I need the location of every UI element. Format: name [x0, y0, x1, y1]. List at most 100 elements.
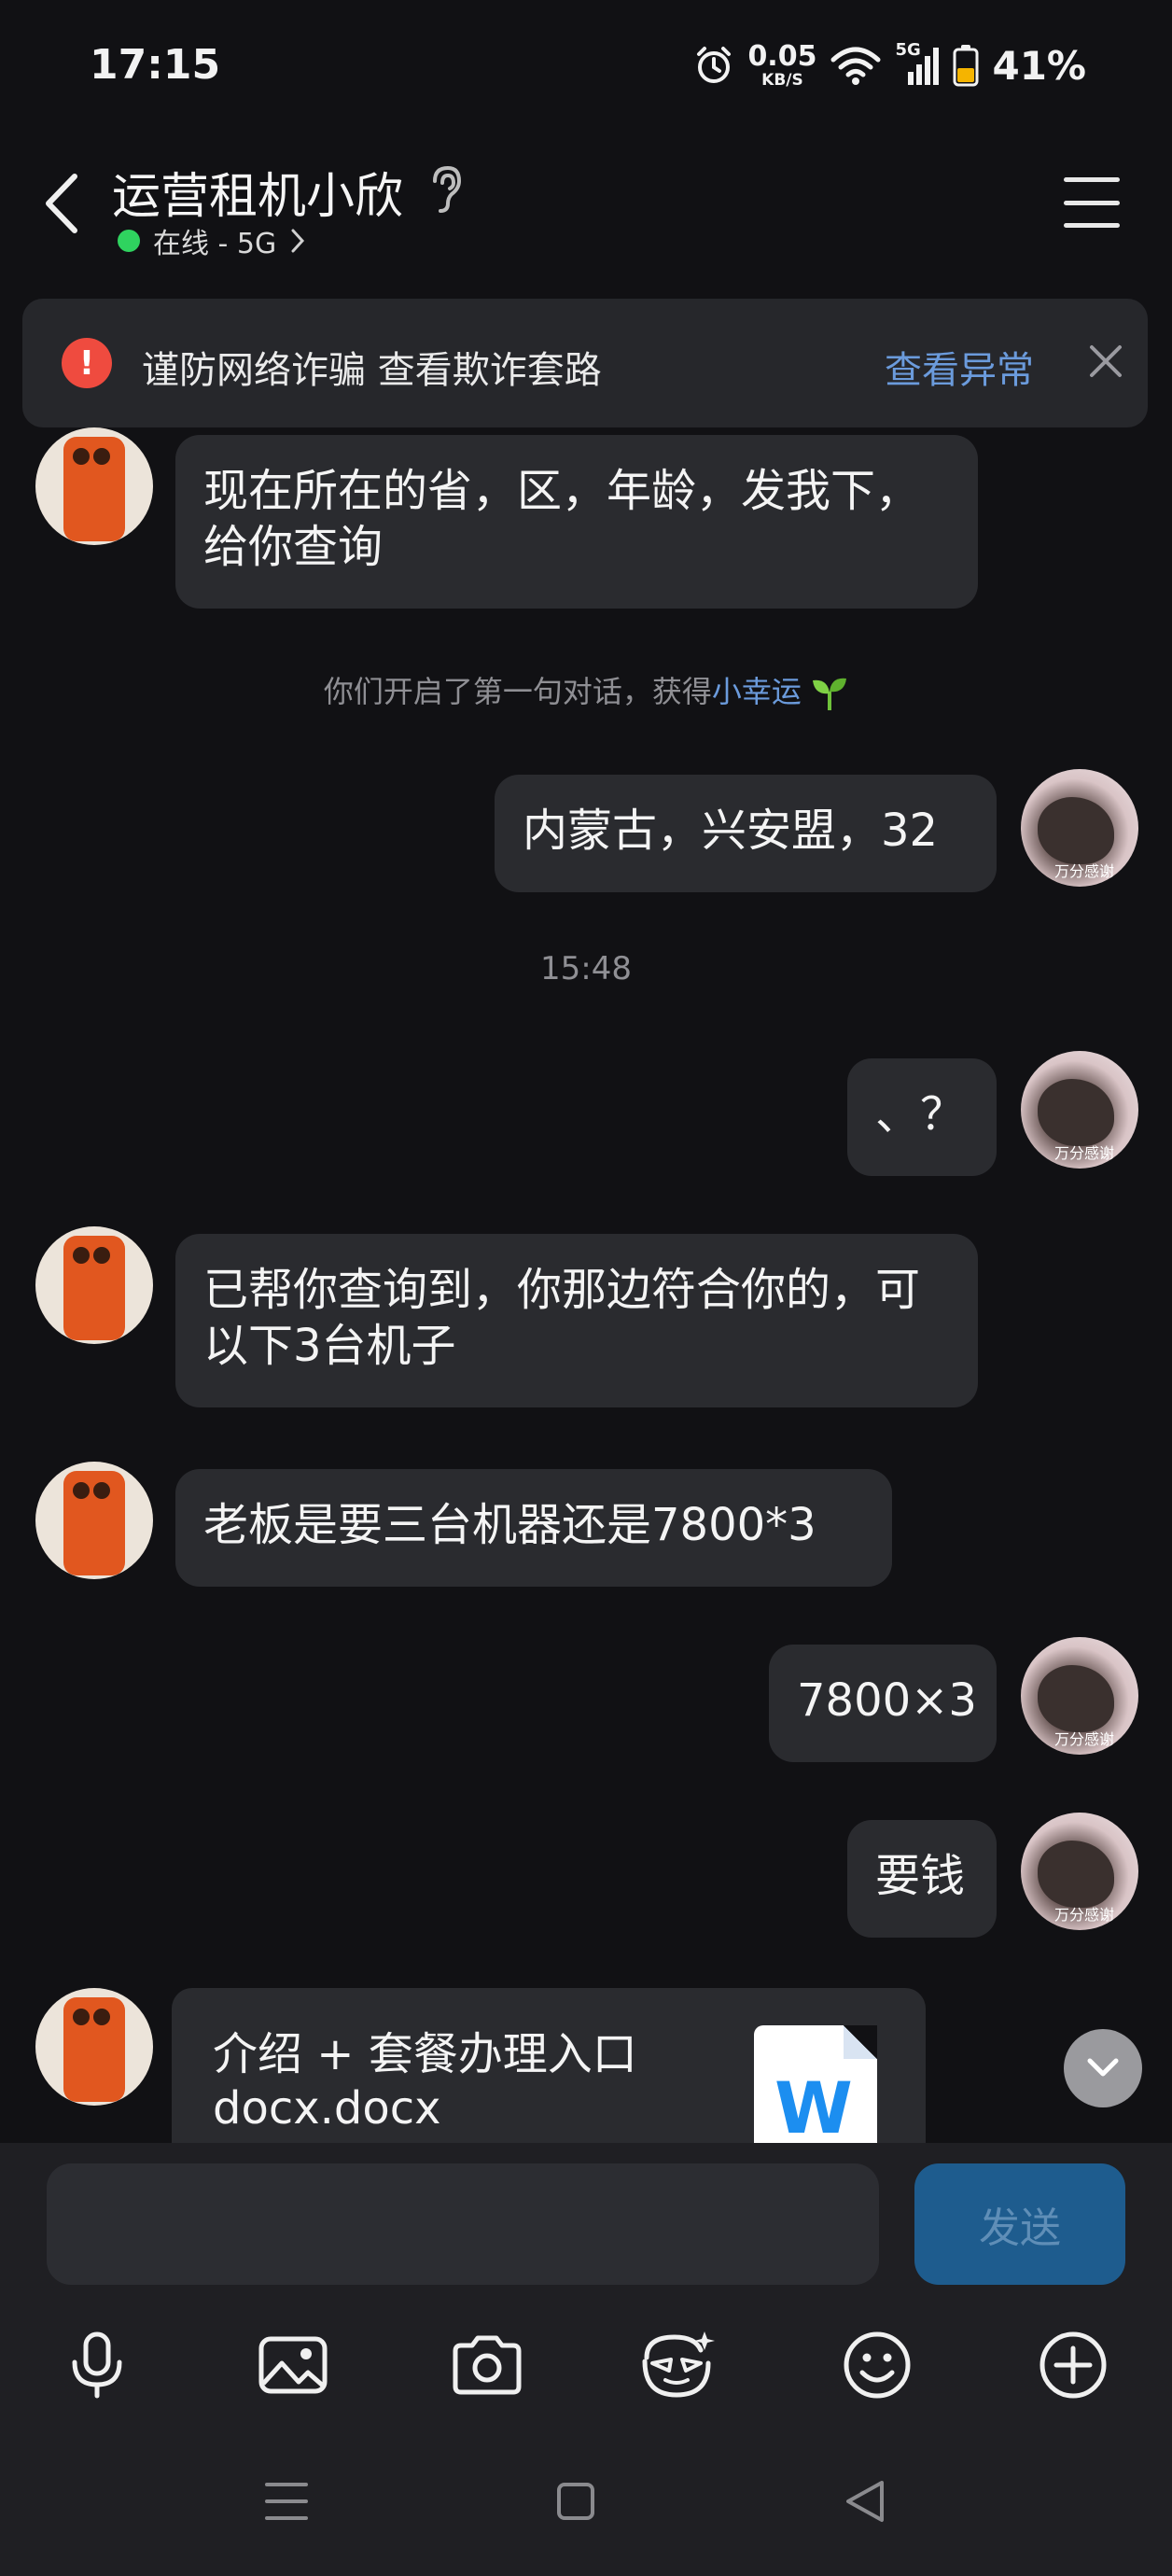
message-input[interactable]: [47, 2163, 879, 2285]
message-text: 已帮你查询到，你那边符合你的，可以下3台机子: [203, 1264, 921, 1372]
contact-avatar[interactable]: [35, 427, 153, 545]
message-bubble[interactable]: 老板是要三台机器还是7800*3: [175, 1469, 892, 1587]
word-letter: W: [774, 2066, 853, 2149]
system-note: 你们开启了第一句对话，获得小幸运: [0, 668, 1172, 712]
more-button[interactable]: [1026, 2318, 1120, 2412]
chat-header: 运营租机小欣 在线 - 5G: [0, 140, 1172, 280]
avatar-caption: 万分感谢: [1054, 1730, 1115, 1748]
back-nav-button[interactable]: [832, 2473, 898, 2529]
file-name-line: 介绍 + 套餐办理入口: [213, 2028, 637, 2080]
camera-dot: [93, 1247, 110, 1264]
ear-icon[interactable]: [427, 164, 465, 215]
message-bubble[interactable]: 要钱: [847, 1820, 997, 1938]
microphone-icon: [72, 2331, 122, 2399]
sprout-icon: [813, 678, 847, 710]
home-button[interactable]: [543, 2473, 608, 2529]
camera-dot: [73, 1247, 90, 1264]
contact-avatar[interactable]: [35, 1226, 153, 1344]
timestamp: 15:48: [540, 950, 632, 987]
back-button[interactable]: [34, 166, 90, 241]
emoji-icon: [844, 2331, 911, 2399]
message-bubble[interactable]: 已帮你查询到，你那边符合你的，可以下3台机子: [175, 1234, 978, 1407]
file-name-line: docx.docx: [213, 2082, 441, 2135]
message-bubble[interactable]: 内蒙古，兴安盟，32: [495, 775, 997, 892]
message-text: 老板是要三台机器还是7800*3: [203, 1499, 816, 1551]
menu-line: [1064, 223, 1120, 228]
network-speed: 0.05 KB/S: [747, 39, 817, 90]
image-button[interactable]: [246, 2318, 340, 2412]
chat-title[interactable]: 运营租机小欣: [112, 157, 403, 227]
status-icons: 0.05 KB/S 5G 41%: [693, 35, 1086, 95]
triangle-back-icon: [846, 2481, 884, 2522]
system-note-text: 你们开启了第一句对话，获得: [323, 674, 712, 709]
message-text: 要钱: [875, 1850, 966, 1902]
camera-dot: [73, 448, 90, 465]
wifi-icon: [830, 45, 882, 86]
close-icon[interactable]: [1082, 338, 1129, 385]
sticker-button[interactable]: [631, 2318, 724, 2412]
lucky-link[interactable]: 小幸运: [712, 674, 802, 709]
send-button[interactable]: 发送: [914, 2163, 1125, 2285]
back-arrow-icon: [46, 174, 77, 233]
page-fold: [844, 2025, 877, 2059]
contact-avatar[interactable]: [35, 1462, 153, 1579]
chevron-down-icon: [1087, 2058, 1119, 2077]
user-avatar[interactable]: 万分感谢: [1021, 1051, 1138, 1169]
status-bar: 17:15 0.05 KB/S 5G 41%: [0, 0, 1172, 131]
menu-line: [1064, 177, 1120, 182]
battery-percent: 41%: [992, 42, 1086, 89]
menu-line: [1064, 200, 1120, 205]
bird-image: [1038, 1665, 1114, 1732]
bird-image: [1038, 1841, 1114, 1908]
file-name: 介绍 + 套餐办理入口 docx.docx: [213, 2027, 735, 2135]
message-text: 现在所在的省，区，年龄，发我下，给你查询: [203, 465, 921, 573]
bird-image: [1038, 797, 1114, 864]
online-status[interactable]: 在线 - 5G: [118, 220, 306, 261]
view-anomaly-link[interactable]: 查看异常: [885, 340, 1034, 394]
camera-dot: [93, 2009, 110, 2025]
plus-icon: [1039, 2331, 1107, 2399]
message-bubble[interactable]: 现在所在的省，区，年龄，发我下，给你查询: [175, 435, 978, 609]
user-avatar[interactable]: 万分感谢: [1021, 769, 1138, 887]
network-type: 5G: [895, 40, 921, 60]
camera-dot: [73, 1482, 90, 1499]
bird-image: [1038, 1079, 1114, 1146]
user-avatar[interactable]: 万分感谢: [1021, 1637, 1138, 1755]
warning-icon: !: [62, 338, 112, 388]
avatar-caption: 万分感谢: [1054, 1906, 1115, 1924]
camera-icon: [453, 2335, 522, 2395]
message-bubble[interactable]: 7800×3: [769, 1645, 997, 1762]
contact-avatar[interactable]: [35, 1988, 153, 2106]
avatar-caption: 万分感谢: [1054, 862, 1115, 880]
emoji-button[interactable]: [830, 2318, 924, 2412]
net-speed-value: 0.05: [747, 39, 817, 73]
square-icon: [557, 2483, 594, 2520]
online-status-text: 在线 - 5G: [153, 228, 277, 260]
camera-dot: [93, 448, 110, 465]
sticker-face-icon: [642, 2331, 715, 2398]
warning-text: 谨防网络诈骗 查看欺诈套路: [142, 349, 602, 392]
message-text: 内蒙古，兴安盟，32: [523, 805, 939, 857]
status-time: 17:15: [90, 41, 221, 89]
camera-dot: [93, 1482, 110, 1499]
menu-lines-icon: [265, 2483, 308, 2520]
message-text: 、？: [875, 1088, 966, 1141]
image-icon: [258, 2336, 328, 2394]
avatar-caption: 万分感谢: [1054, 1144, 1115, 1162]
online-indicator-icon: [118, 230, 140, 252]
chevron-right-icon: [291, 229, 305, 253]
user-avatar[interactable]: 万分感谢: [1021, 1813, 1138, 1930]
battery-icon: [953, 44, 979, 87]
voice-button[interactable]: [50, 2318, 144, 2412]
message-text: 7800×3: [797, 1674, 977, 1727]
menu-button[interactable]: [1064, 177, 1120, 228]
fraud-warning-banner: ! 谨防网络诈骗 查看欺诈套路 查看异常: [22, 299, 1148, 427]
system-nav-bar: [0, 2455, 1172, 2548]
scroll-to-bottom-button[interactable]: [1064, 2029, 1142, 2107]
camera-button[interactable]: [440, 2318, 534, 2412]
input-toolbar: [0, 2318, 1172, 2412]
net-speed-unit: KB/S: [761, 70, 803, 90]
alarm-icon: [693, 45, 734, 86]
message-bubble[interactable]: 、？: [847, 1058, 997, 1176]
recent-apps-button[interactable]: [254, 2473, 319, 2529]
